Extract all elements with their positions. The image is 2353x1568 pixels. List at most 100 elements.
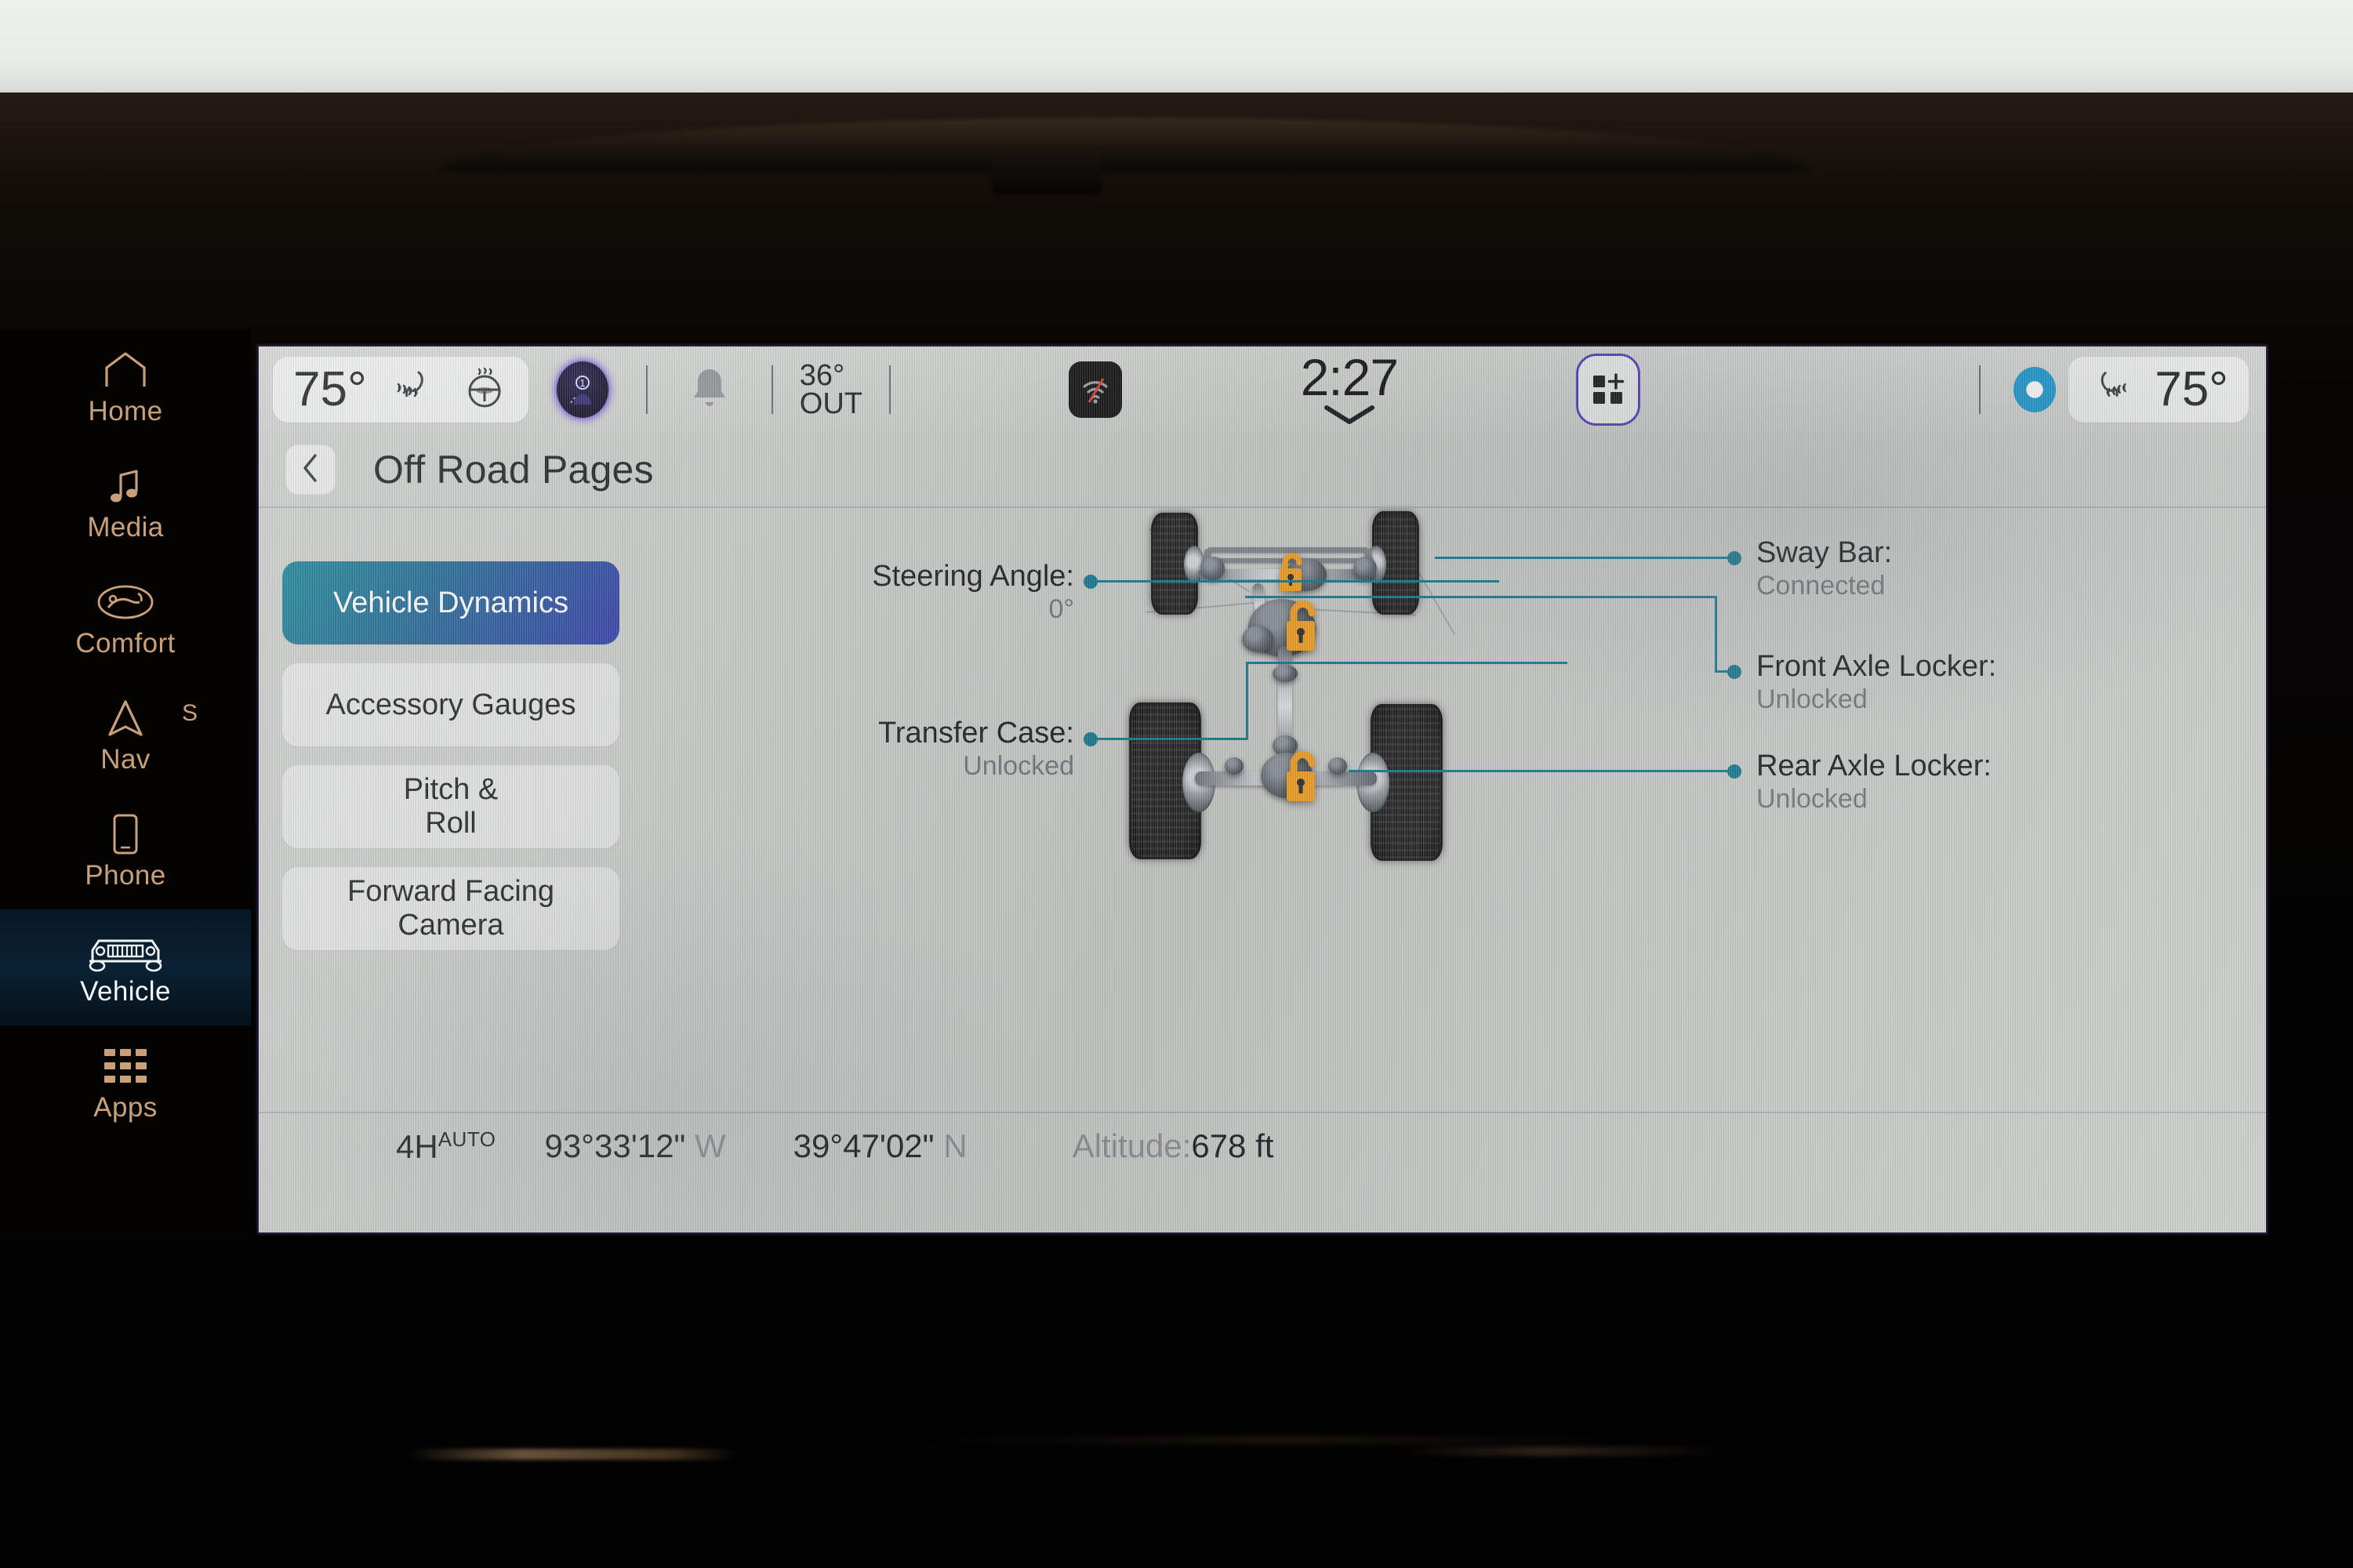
longitude: 93°33'12" W — [544, 1127, 725, 1165]
leader-line-transfer-case-h1 — [1091, 738, 1248, 740]
readout-label-front-axle-locker: Front Axle Locker: — [1756, 650, 1997, 683]
page-title: Off Road Pages — [373, 448, 654, 492]
leader-line-sway-bar — [1435, 557, 1733, 559]
longitude-value: 93°33'12" — [544, 1127, 686, 1164]
grid-apps-icon — [103, 1044, 148, 1089]
readout-value-sway-bar: Connected — [1756, 570, 1886, 601]
reflection-right — [1396, 1446, 1725, 1456]
sidebar-label-phone: Phone — [85, 860, 166, 891]
sidebar-label-media: Media — [87, 512, 164, 543]
leader-line-front-locker-v — [1715, 596, 1717, 672]
passenger-temp-value: 75° — [2155, 362, 2228, 416]
clock-block[interactable]: 2:27 — [1300, 347, 1399, 429]
readout-value-front-axle-locker: Unlocked — [1756, 684, 1868, 714]
outside-temp-label: OUT — [799, 387, 862, 420]
drivetrain-diagram — [1129, 508, 1600, 916]
latitude-value: 39°47'02" — [793, 1127, 935, 1164]
status-divider-2 — [771, 365, 773, 414]
back-button[interactable] — [285, 445, 336, 495]
menu-button-vehicle-dynamics[interactable]: Vehicle Dynamics — [282, 561, 619, 644]
infotainment-screen: 75° 1 36° OUT 2:27 75° Off Road Pages Ve… — [259, 347, 2266, 1232]
clock-value: 2:27 — [1300, 347, 1399, 406]
leader-dot-transfer-case — [1084, 732, 1098, 746]
sidebar-label-comfort: Comfort — [75, 628, 176, 659]
driver-profile-button[interactable]: 1 — [556, 361, 608, 418]
readout-value-transfer-case: Unlocked — [963, 750, 1074, 781]
seat-comfort-icon — [96, 579, 155, 625]
dashboard-vent — [992, 149, 1102, 194]
front-knuckle-right — [1353, 557, 1377, 580]
wifi-off-icon[interactable] — [1069, 361, 1123, 418]
drive-mode: 4HAUTO — [396, 1127, 496, 1166]
sidebar-label-home: Home — [88, 396, 163, 426]
sidebar-item-comfort[interactable]: Comfort — [0, 561, 251, 677]
home-icon — [103, 347, 147, 393]
bell-icon[interactable] — [688, 365, 731, 416]
leader-line-steering-angle — [1091, 580, 1499, 583]
readout-label-sway-bar: Sway Bar: — [1756, 536, 1893, 569]
heated-seat-icon[interactable] — [2089, 365, 2134, 416]
svg-text:1: 1 — [579, 377, 585, 389]
readout-rear-axle-locker: Rear Axle Locker: Unlocked — [1756, 750, 1992, 815]
music-note-icon — [105, 463, 146, 509]
sidebar-label-vehicle: Vehicle — [80, 976, 171, 1007]
driver-climate-pill[interactable]: 75° — [273, 357, 528, 423]
front-knuckle-left — [1201, 557, 1225, 580]
driver-temp-value: 75° — [293, 362, 367, 416]
rear-spring-perch-left — [1225, 757, 1244, 775]
sidebar-item-home[interactable]: Home — [0, 329, 251, 445]
rear-spring-perch-right — [1328, 757, 1347, 775]
sidebar-label-nav: Nav — [100, 744, 151, 775]
altitude-value: 678 ft — [1191, 1127, 1274, 1164]
menu-button-accessory-gauges[interactable]: Accessory Gauges — [282, 663, 619, 746]
add-widget-button[interactable] — [1576, 354, 1641, 426]
readout-value-rear-axle-locker: Unlocked — [1756, 783, 1868, 814]
outside-temp-block: 36° OUT — [799, 358, 862, 420]
sidebar-item-apps[interactable]: Apps — [0, 1025, 251, 1142]
longitude-direction: W — [695, 1127, 726, 1164]
readout-front-axle-locker: Front Axle Locker: Unlocked — [1756, 650, 1997, 716]
chevron-left-icon — [300, 452, 321, 488]
heated-seat-icon[interactable] — [390, 365, 438, 416]
sidebar-item-media[interactable]: Media — [0, 445, 251, 561]
offroad-status-bar: 4HAUTO 93°33'12" W 39°47'02" N Altitude:… — [259, 1112, 2266, 1179]
leader-line-transfer-case-v — [1246, 662, 1248, 740]
drive-mode-auto: AUTO — [438, 1127, 496, 1151]
page-body: Vehicle Dynamics Accessory Gauges Pitch … — [259, 508, 2266, 1179]
heated-steering-wheel-icon[interactable] — [461, 365, 508, 416]
phone-icon — [110, 811, 141, 857]
sidebar-item-vehicle[interactable]: Vehicle — [0, 909, 251, 1025]
chevron-down-icon[interactable] — [1322, 405, 1377, 429]
passenger-climate-pill[interactable]: 75° — [2068, 357, 2249, 423]
sidebar-item-nav[interactable]: S Nav — [0, 677, 251, 793]
driveshaft-ujoint — [1273, 665, 1298, 682]
readout-transfer-case: Transfer Case: Unlocked — [698, 717, 1074, 782]
reflection-left — [408, 1449, 737, 1460]
altitude-label: Altitude: — [1072, 1127, 1192, 1164]
menu-button-forward-facing-camera[interactable]: Forward Facing Camera — [282, 867, 619, 950]
outside-temp-value: 36° — [799, 358, 845, 392]
readout-label-rear-axle-locker: Rear Axle Locker: — [1756, 750, 1992, 782]
reflection-wide — [925, 1436, 1631, 1444]
readout-label-steering-angle: Steering Angle: — [872, 560, 1074, 593]
main-sidebar: Home Media Comfort S Nav Phone Vehicle A… — [0, 329, 251, 1239]
menu-button-pitch-roll[interactable]: Pitch & Roll — [282, 765, 619, 848]
leader-dot-sway-bar — [1727, 551, 1741, 565]
readout-steering-angle: Steering Angle: 0° — [698, 561, 1074, 626]
nav-badge-s: S — [182, 700, 198, 726]
rear-axle-lock-icon — [1281, 748, 1325, 804]
readout-sway-bar: Sway Bar: Connected — [1756, 536, 1893, 602]
status-divider-3 — [888, 365, 891, 414]
latitude-direction: N — [943, 1127, 968, 1164]
readout-value-steering-angle: 0° — [1048, 593, 1074, 624]
alexa-icon[interactable] — [2013, 367, 2057, 412]
sidebar-item-phone[interactable]: Phone — [0, 793, 251, 909]
transfer-case-lock-icon — [1281, 597, 1325, 654]
latitude: 39°47'02" N — [793, 1127, 968, 1165]
jeep-front-icon — [85, 927, 166, 973]
drive-mode-value: 4H — [396, 1127, 438, 1165]
altitude: Altitude:678 ft — [1073, 1127, 1274, 1165]
navigation-arrow-icon: S — [107, 695, 198, 741]
sidebar-label-apps: Apps — [93, 1092, 158, 1123]
front-axle-lock-icon — [1275, 550, 1309, 594]
